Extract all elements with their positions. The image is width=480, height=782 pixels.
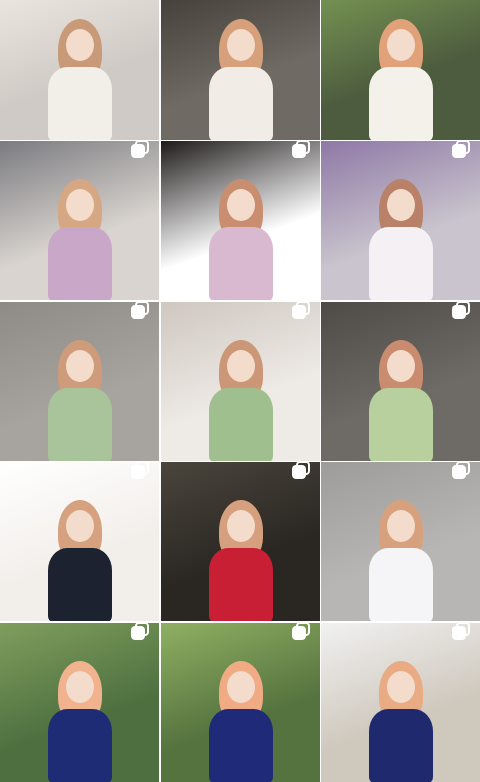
multiple-photos-icon (131, 141, 151, 160)
person-figure (201, 171, 281, 300)
person-figure (40, 11, 120, 140)
person-figure (40, 332, 120, 461)
post-7[interactable] (0, 302, 159, 461)
post-14[interactable] (161, 623, 320, 782)
multiple-photos-icon (452, 302, 472, 321)
person-figure (40, 171, 120, 300)
multiple-photos-icon (452, 623, 472, 642)
multiple-photos-icon (452, 462, 472, 481)
post-1[interactable] (0, 0, 159, 140)
multiple-photos-icon (131, 623, 151, 642)
post-9[interactable] (321, 302, 480, 461)
person-figure (361, 653, 441, 782)
person-figure (40, 653, 120, 782)
post-11[interactable] (161, 462, 320, 621)
post-15[interactable] (321, 623, 480, 782)
person-figure (40, 492, 120, 621)
person-figure (361, 332, 441, 461)
post-6[interactable] (321, 141, 480, 300)
person-figure (361, 492, 441, 621)
multiple-photos-icon (292, 462, 312, 481)
person-figure (201, 11, 281, 140)
post-4[interactable] (0, 141, 159, 300)
multiple-photos-icon (292, 623, 312, 642)
post-13[interactable] (0, 623, 159, 782)
person-figure (201, 332, 281, 461)
person-figure (361, 171, 441, 300)
post-2[interactable] (161, 0, 320, 140)
post-5[interactable] (161, 141, 320, 300)
post-10[interactable] (0, 462, 159, 621)
multiple-photos-icon (292, 141, 312, 160)
post-12[interactable] (321, 462, 480, 621)
person-figure (361, 11, 441, 140)
person-figure (201, 492, 281, 621)
post-3[interactable] (321, 0, 480, 140)
post-8[interactable] (161, 302, 320, 461)
person-figure (201, 653, 281, 782)
multiple-photos-icon (452, 141, 472, 160)
multiple-photos-icon (292, 302, 312, 321)
profile-post-grid (0, 0, 480, 782)
multiple-photos-icon (131, 462, 151, 481)
multiple-photos-icon (131, 302, 151, 321)
